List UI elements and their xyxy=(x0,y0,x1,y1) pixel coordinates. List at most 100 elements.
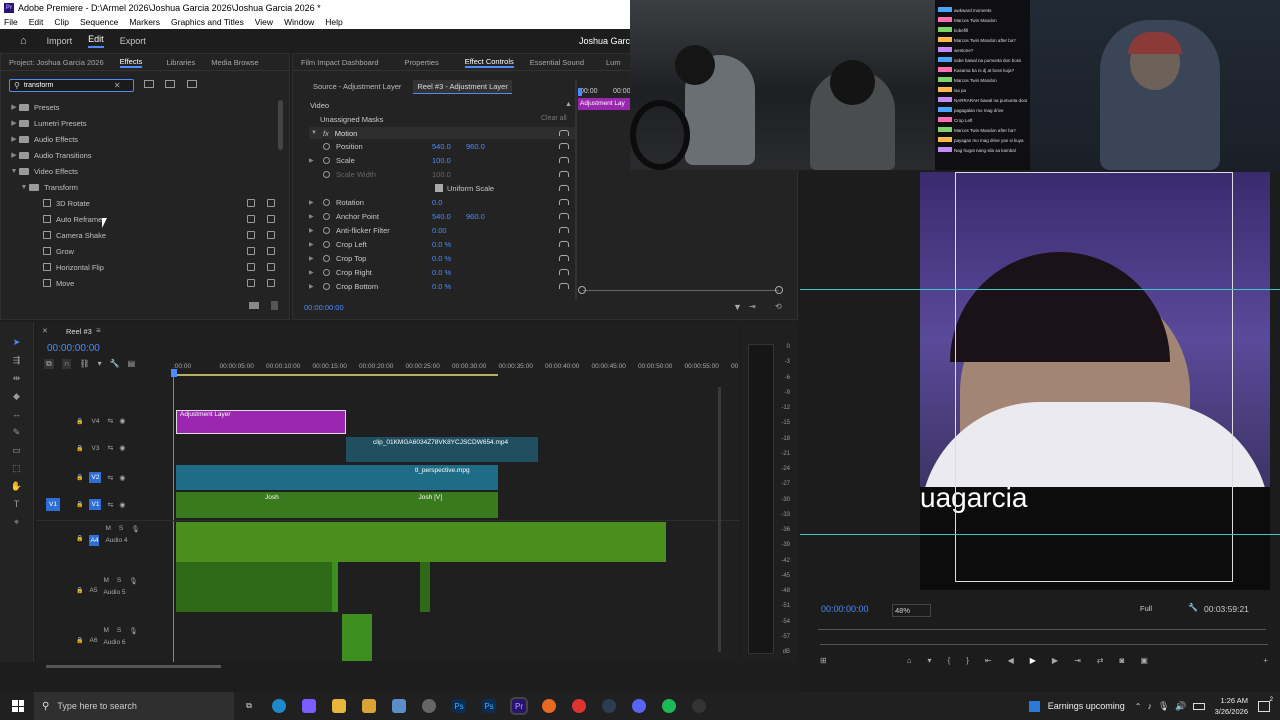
effects-folder[interactable]: ▼ Video Effects xyxy=(9,163,279,179)
effect-item[interactable]: Grow xyxy=(9,243,279,259)
work-area-bar[interactable] xyxy=(173,374,498,376)
property-value[interactable]: 540.0 xyxy=(432,212,466,221)
hand-icon[interactable]: ✋ xyxy=(11,480,23,492)
menu-graphics[interactable]: Graphics and Titles xyxy=(171,17,244,27)
effect-item[interactable]: Move xyxy=(9,275,279,291)
nest-icon[interactable]: ⧉ xyxy=(44,359,54,369)
sequence-menu-icon[interactable]: ≡ xyxy=(96,326,101,335)
program-timecode[interactable]: 00:00:00:00 xyxy=(821,604,869,614)
eye-icon[interactable]: ◉ xyxy=(119,417,125,425)
insert-icon[interactable]: ⌂ xyxy=(907,656,912,665)
source-patch-v1[interactable]: V1 xyxy=(46,498,60,511)
menu-clip[interactable]: Clip xyxy=(54,17,69,27)
reset-icon[interactable] xyxy=(559,255,569,261)
tab-project[interactable]: Project: Joshua Garcia 2026 xyxy=(9,58,104,67)
motion-row[interactable]: ▼ fx Motion xyxy=(309,127,575,139)
lock-icon[interactable]: 🔒 xyxy=(76,445,83,452)
home-icon[interactable]: ⌂ xyxy=(20,35,27,47)
property-value[interactable]: 0.0 % xyxy=(432,282,466,291)
settings-icon[interactable] xyxy=(422,699,436,713)
reset-icon[interactable] xyxy=(559,171,569,177)
mark-in-icon[interactable]: { xyxy=(948,656,951,665)
stopwatch-icon[interactable] xyxy=(323,282,330,290)
razor-icon[interactable]: ◆ xyxy=(11,390,23,402)
store-icon[interactable] xyxy=(362,699,376,713)
transform-bounding-box[interactable] xyxy=(955,172,1233,582)
captions-icon[interactable]: ▤ xyxy=(128,359,136,369)
quality-select[interactable]: Full xyxy=(1140,604,1166,613)
stopwatch-icon[interactable] xyxy=(323,268,330,276)
audio-5-clip-b[interactable] xyxy=(332,562,338,612)
add-button-icon[interactable]: + xyxy=(1263,656,1268,665)
reset-icon[interactable] xyxy=(559,227,569,233)
tab-libraries[interactable]: Libraries xyxy=(166,58,195,67)
stopwatch-icon[interactable] xyxy=(323,198,330,206)
audio-5-clip-c[interactable] xyxy=(420,562,430,612)
play-icon[interactable]: ▶ xyxy=(1030,656,1036,665)
expand-icon[interactable]: ▶ xyxy=(309,213,323,220)
track-label[interactable]: V3 xyxy=(89,445,101,452)
menu-window[interactable]: Window xyxy=(284,17,314,27)
obs-icon[interactable] xyxy=(692,699,706,713)
time-ruler[interactable]: :00:00 00:00:05:00 00:00:10:00 00:00:15:00 0… xyxy=(173,363,738,373)
tab-lumetri[interactable]: Lum xyxy=(606,58,621,67)
taskbar-search[interactable]: ⚲ Type here to search xyxy=(34,692,234,720)
video-track-header[interactable]: 🔒 V4 ⇆ ◉ xyxy=(76,417,208,426)
slip-icon[interactable]: ↔ xyxy=(11,408,23,420)
expand-icon[interactable]: ▶ xyxy=(309,241,323,248)
menu-view[interactable]: View xyxy=(255,17,273,27)
step-forward-icon[interactable]: ▶ xyxy=(1052,656,1058,665)
lock-icon[interactable]: 🔒 xyxy=(76,501,83,508)
accelerated-filter-icon[interactable] xyxy=(144,80,154,88)
reset-icon[interactable] xyxy=(559,213,569,219)
timeline-timecode[interactable]: 00:00:00:00 xyxy=(47,343,100,354)
tab-edit[interactable]: Edit xyxy=(88,34,104,48)
reset-icon[interactable] xyxy=(559,157,569,163)
solo-button[interactable]: S xyxy=(117,627,121,635)
effects-folder[interactable]: ▶ Audio Transitions xyxy=(9,147,279,163)
app-icon[interactable] xyxy=(392,699,406,713)
lock-icon[interactable]: 🔒 xyxy=(76,474,83,481)
effects-scrollbar[interactable] xyxy=(278,100,283,150)
eye-icon[interactable]: ◉ xyxy=(119,444,125,452)
effect-property-row[interactable]: ▶ Crop Left 0.0 % xyxy=(309,237,575,251)
reset-icon[interactable] xyxy=(559,199,569,205)
effect-property-row[interactable]: Position 540.0 960.0 xyxy=(309,139,575,153)
solo-button[interactable]: S xyxy=(119,525,123,533)
discord-icon[interactable] xyxy=(632,699,646,713)
photoshop-icon[interactable]: Ps xyxy=(452,699,466,713)
audio-track-id[interactable]: A6 xyxy=(89,637,97,644)
mute-button[interactable]: M xyxy=(103,627,108,635)
stopwatch-icon[interactable] xyxy=(323,254,330,262)
expand-icon[interactable]: ▶ xyxy=(9,119,19,127)
extract-icon[interactable]: ⇄ xyxy=(1097,656,1104,665)
effects-folder[interactable]: ▶ Audio Effects xyxy=(9,131,279,147)
effects-search-input[interactable] xyxy=(23,82,114,89)
collapse-icon[interactable]: ▼ xyxy=(9,168,19,175)
reset-icon[interactable] xyxy=(559,143,569,149)
speaker-icon[interactable]: 🔊 xyxy=(1175,701,1186,712)
eye-icon[interactable]: ◉ xyxy=(119,474,125,482)
settings-wrench-icon[interactable]: 🔧 xyxy=(1188,603,1198,612)
zoom-select[interactable]: 48% xyxy=(892,604,932,617)
timeline-horizontal-scrollbar[interactable] xyxy=(46,665,221,668)
mic-icon[interactable]: 🎙 xyxy=(1158,701,1169,712)
collapse-icon[interactable]: ▼ xyxy=(19,184,29,191)
firefox-icon[interactable] xyxy=(542,699,556,713)
weather-icon[interactable] xyxy=(1028,700,1040,712)
property-value[interactable]: 540.0 xyxy=(432,142,466,151)
lift-icon[interactable]: ⇥ xyxy=(1074,656,1081,665)
effect-item[interactable]: Auto Reframe xyxy=(9,211,279,227)
lock-icon[interactable]: 🔒 xyxy=(76,587,83,594)
stopwatch-icon[interactable] xyxy=(323,142,330,150)
collapse-up-icon[interactable]: ▲ xyxy=(565,101,572,108)
pen-icon[interactable]: ✎ xyxy=(11,426,23,438)
expand-icon[interactable]: ▶ xyxy=(309,227,323,234)
effect-property-row[interactable]: Scale Width 100.0 xyxy=(309,167,575,181)
property-value[interactable]: 0.0 % xyxy=(432,268,466,277)
add-marker-icon[interactable]: ▾ xyxy=(98,359,102,369)
menu-help[interactable]: Help xyxy=(325,17,342,27)
stopwatch-icon[interactable] xyxy=(323,212,330,220)
effects-folder[interactable]: ▶ Presets xyxy=(9,99,279,115)
linked-selection-icon[interactable]: ⛓ xyxy=(79,359,89,369)
